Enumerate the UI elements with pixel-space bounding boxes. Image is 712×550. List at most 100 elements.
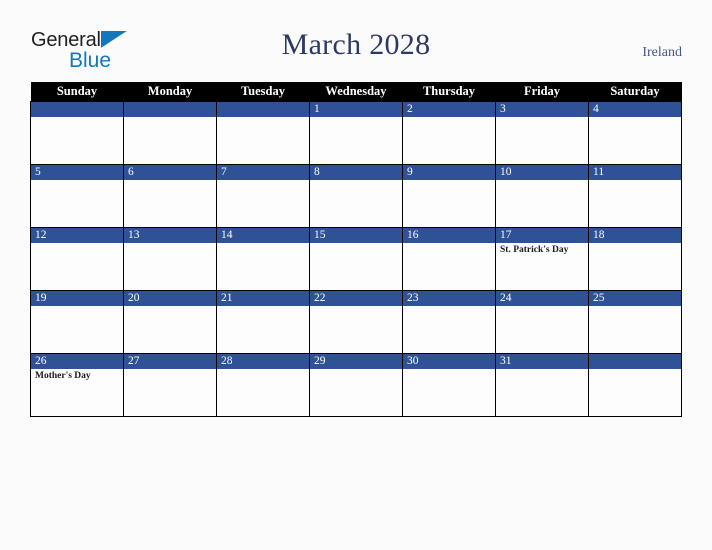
- calendar-day-cell[interactable]: 26 Mother's Day: [30, 353, 124, 417]
- calendar-header-row: Sunday Monday Tuesday Wednesday Thursday Frid…: [30, 82, 682, 102]
- calendar-empty-cell: [588, 353, 682, 417]
- weekday-header-thursday: Thursday: [402, 82, 496, 102]
- day-events: [31, 243, 123, 245]
- calendar-day-cell[interactable]: 3: [495, 101, 589, 165]
- calendar-day-cell[interactable]: 17 St. Patrick's Day: [495, 227, 589, 291]
- calendar-page: General Blue March 2028 Ireland Sunday Mo…: [0, 0, 712, 550]
- day-events: St. Patrick's Day: [496, 243, 588, 256]
- day-events: [31, 180, 123, 182]
- calendar-day-cell[interactable]: 21: [216, 290, 310, 354]
- day-events: [496, 369, 588, 371]
- day-cell-inner: 29: [310, 354, 402, 416]
- day-cell-inner: 14: [217, 228, 309, 290]
- day-cell-inner: 8: [310, 165, 402, 227]
- day-number: 19: [31, 291, 123, 306]
- day-events: [403, 369, 495, 371]
- day-events: [496, 180, 588, 182]
- weekday-header-sunday: Sunday: [30, 82, 124, 102]
- calendar-week-row: 1234: [30, 101, 682, 165]
- calendar-day-cell[interactable]: 11: [588, 164, 682, 228]
- calendar-day-cell[interactable]: 2: [402, 101, 496, 165]
- day-number: 16: [403, 228, 495, 243]
- day-cell-inner: 6: [124, 165, 216, 227]
- day-number: 30: [403, 354, 495, 369]
- day-cell-inner: 19: [31, 291, 123, 353]
- day-number: 13: [124, 228, 216, 243]
- calendar-day-cell[interactable]: 30: [402, 353, 496, 417]
- calendar-day-cell[interactable]: 29: [309, 353, 403, 417]
- weekday-header-tuesday: Tuesday: [216, 82, 310, 102]
- calendar-day-cell[interactable]: 1: [309, 101, 403, 165]
- calendar-day-cell[interactable]: 5: [30, 164, 124, 228]
- day-number: 15: [310, 228, 402, 243]
- calendar-day-cell[interactable]: 24: [495, 290, 589, 354]
- day-events: [310, 180, 402, 182]
- day-cell-inner: 21: [217, 291, 309, 353]
- calendar-day-cell[interactable]: 13: [123, 227, 217, 291]
- day-cell-inner: 15: [310, 228, 402, 290]
- calendar-day-cell[interactable]: 7: [216, 164, 310, 228]
- day-cell-inner: [217, 102, 309, 164]
- day-cell-inner: 24: [496, 291, 588, 353]
- calendar-day-cell[interactable]: 31: [495, 353, 589, 417]
- day-events: [31, 117, 123, 119]
- day-events: [124, 180, 216, 182]
- day-number: 23: [403, 291, 495, 306]
- calendar-day-cell[interactable]: 22: [309, 290, 403, 354]
- calendar-day-cell[interactable]: 15: [309, 227, 403, 291]
- day-events: [589, 369, 681, 371]
- day-events: [124, 117, 216, 119]
- day-cell-inner: 3: [496, 102, 588, 164]
- calendar-day-cell[interactable]: 8: [309, 164, 403, 228]
- day-cell-inner: 30: [403, 354, 495, 416]
- calendar-week-row: 19 20 21 22 23 24 25: [30, 290, 682, 354]
- calendar-empty-cell: [216, 101, 310, 165]
- day-events: [403, 306, 495, 308]
- calendar-day-cell[interactable]: 12: [30, 227, 124, 291]
- day-number: 21: [217, 291, 309, 306]
- day-cell-inner: 16: [403, 228, 495, 290]
- calendar-day-cell[interactable]: 25: [588, 290, 682, 354]
- calendar-day-cell[interactable]: 27: [123, 353, 217, 417]
- calendar-day-cell[interactable]: 18: [588, 227, 682, 291]
- day-events: Mother's Day: [31, 369, 123, 382]
- day-number: 14: [217, 228, 309, 243]
- calendar-week-row: 26 Mother's Day 27 28 29 30 31: [30, 353, 682, 417]
- calendar-day-cell[interactable]: 28: [216, 353, 310, 417]
- day-cell-inner: 23: [403, 291, 495, 353]
- day-number: 7: [217, 165, 309, 180]
- day-cell-inner: 27: [124, 354, 216, 416]
- day-cell-inner: 9: [403, 165, 495, 227]
- day-number: 6: [124, 165, 216, 180]
- day-number: 22: [310, 291, 402, 306]
- day-cell-inner: [124, 102, 216, 164]
- day-cell-inner: 25: [589, 291, 681, 353]
- day-cell-inner: 10: [496, 165, 588, 227]
- day-events: [217, 306, 309, 308]
- day-cell-inner: 31: [496, 354, 588, 416]
- day-events: [124, 243, 216, 245]
- day-cell-inner: [31, 102, 123, 164]
- calendar-day-cell[interactable]: 4: [588, 101, 682, 165]
- day-events: [589, 306, 681, 308]
- day-number: 31: [496, 354, 588, 369]
- calendar-day-cell[interactable]: 6: [123, 164, 217, 228]
- day-number: 17: [496, 228, 588, 243]
- calendar-day-cell[interactable]: 19: [30, 290, 124, 354]
- page-title: March 2028: [281, 28, 431, 61]
- day-cell-inner: 26 Mother's Day: [31, 354, 123, 416]
- day-events: [310, 369, 402, 371]
- calendar-day-cell[interactable]: 10: [495, 164, 589, 228]
- day-events: [217, 180, 309, 182]
- calendar-day-cell[interactable]: 16: [402, 227, 496, 291]
- calendar-day-cell[interactable]: 14: [216, 227, 310, 291]
- calendar-day-cell[interactable]: 23: [402, 290, 496, 354]
- calendar-day-cell[interactable]: 20: [123, 290, 217, 354]
- weekday-header-monday: Monday: [123, 82, 217, 102]
- calendar-day-cell[interactable]: 9: [402, 164, 496, 228]
- weekday-header-wednesday: Wednesday: [309, 82, 403, 102]
- day-number: 9: [403, 165, 495, 180]
- day-events: [310, 306, 402, 308]
- day-number: [31, 102, 123, 117]
- day-number: 3: [496, 102, 588, 117]
